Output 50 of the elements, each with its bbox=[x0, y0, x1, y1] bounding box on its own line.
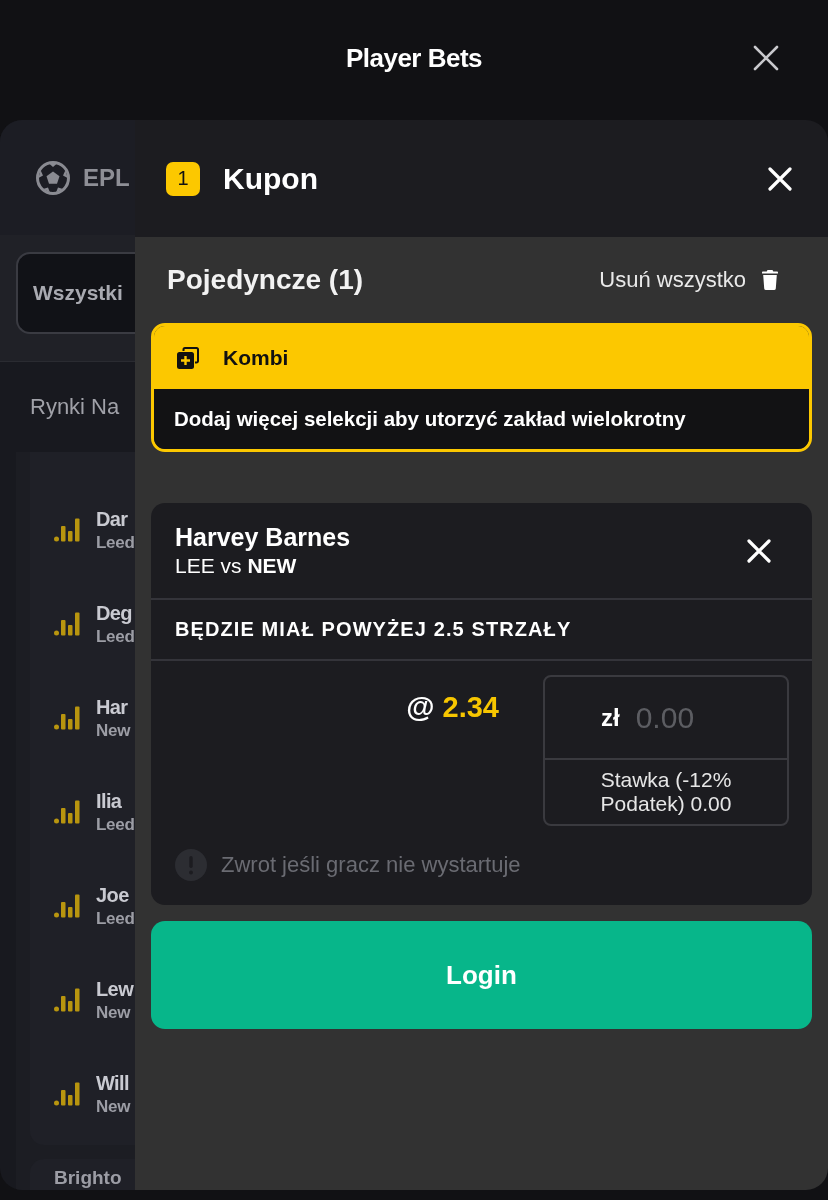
bar-chart-icon bbox=[54, 988, 80, 1012]
bar-chart-icon bbox=[54, 800, 80, 824]
bar-chart-icon bbox=[54, 612, 80, 636]
combo-title: Kombi bbox=[223, 345, 289, 370]
close-icon bbox=[768, 166, 792, 191]
player-name[interactable]: Ilia bbox=[96, 788, 135, 814]
team-name: Leed bbox=[96, 907, 135, 930]
section-title: Pojedyncze (1) bbox=[167, 264, 364, 296]
combo-message: Dodaj więcej selekcji aby utorzyć zakład wielokrotny bbox=[174, 407, 686, 431]
stake-note: Stawka (-12% Podatek) 0.00 bbox=[599, 768, 733, 816]
team-name: Leed bbox=[96, 531, 135, 554]
currency-label: zł bbox=[601, 703, 620, 732]
player-name[interactable]: Dar bbox=[96, 506, 135, 532]
clear-all-button[interactable]: Usuń wszystko bbox=[599, 267, 778, 293]
match-card[interactable]: Brighto bbox=[30, 1159, 135, 1190]
stake-input[interactable]: 0.00 bbox=[635, 700, 756, 735]
match-title: Brighto bbox=[54, 1168, 123, 1188]
bar-chart-icon bbox=[54, 706, 80, 730]
close-button[interactable] bbox=[753, 45, 779, 71]
count-badge: 1 bbox=[166, 161, 200, 196]
team-name: New bbox=[96, 1095, 131, 1118]
team-name: New bbox=[96, 719, 131, 742]
league-name: EPL bbox=[83, 163, 130, 192]
player-name[interactable]: Joe bbox=[96, 882, 135, 908]
bar-chart-icon bbox=[54, 894, 80, 918]
team-name: Leed bbox=[96, 813, 135, 836]
refund-option-label: Zwrot jeśli gracz nie wystartuje bbox=[221, 852, 521, 878]
team-name: Leed bbox=[96, 625, 135, 648]
filter-dropdown[interactable]: Wszystki bbox=[16, 252, 135, 334]
player-name[interactable]: Will bbox=[96, 1070, 131, 1096]
soccer-ball-icon bbox=[36, 160, 70, 195]
market-name: BĘDZIE MIAŁ POWYŻEJ 2.5 STRZAŁY bbox=[175, 618, 572, 641]
section-title: Rynki Na bbox=[30, 394, 120, 420]
coupon-title: Kupon bbox=[223, 161, 318, 196]
player-name[interactable]: Lew bbox=[96, 976, 134, 1002]
bar-chart-icon bbox=[54, 1082, 80, 1106]
player-name[interactable]: Deg bbox=[96, 600, 135, 626]
at-sign: @ bbox=[406, 691, 435, 724]
remove-bet-button[interactable] bbox=[747, 538, 771, 563]
stacked-plus-icon bbox=[177, 346, 199, 369]
team-name: New bbox=[96, 1001, 132, 1024]
player-name[interactable]: Har bbox=[96, 694, 131, 720]
close-icon bbox=[753, 45, 779, 71]
trash-icon bbox=[762, 270, 778, 290]
match-name: LEE vs NEW bbox=[175, 554, 298, 578]
page-title: Player Bets bbox=[345, 42, 483, 74]
odds-value: 2.34 bbox=[442, 691, 499, 724]
bar-chart-icon bbox=[54, 518, 80, 542]
close-icon bbox=[747, 538, 771, 563]
player-name: Harvey Barnes bbox=[175, 523, 351, 552]
